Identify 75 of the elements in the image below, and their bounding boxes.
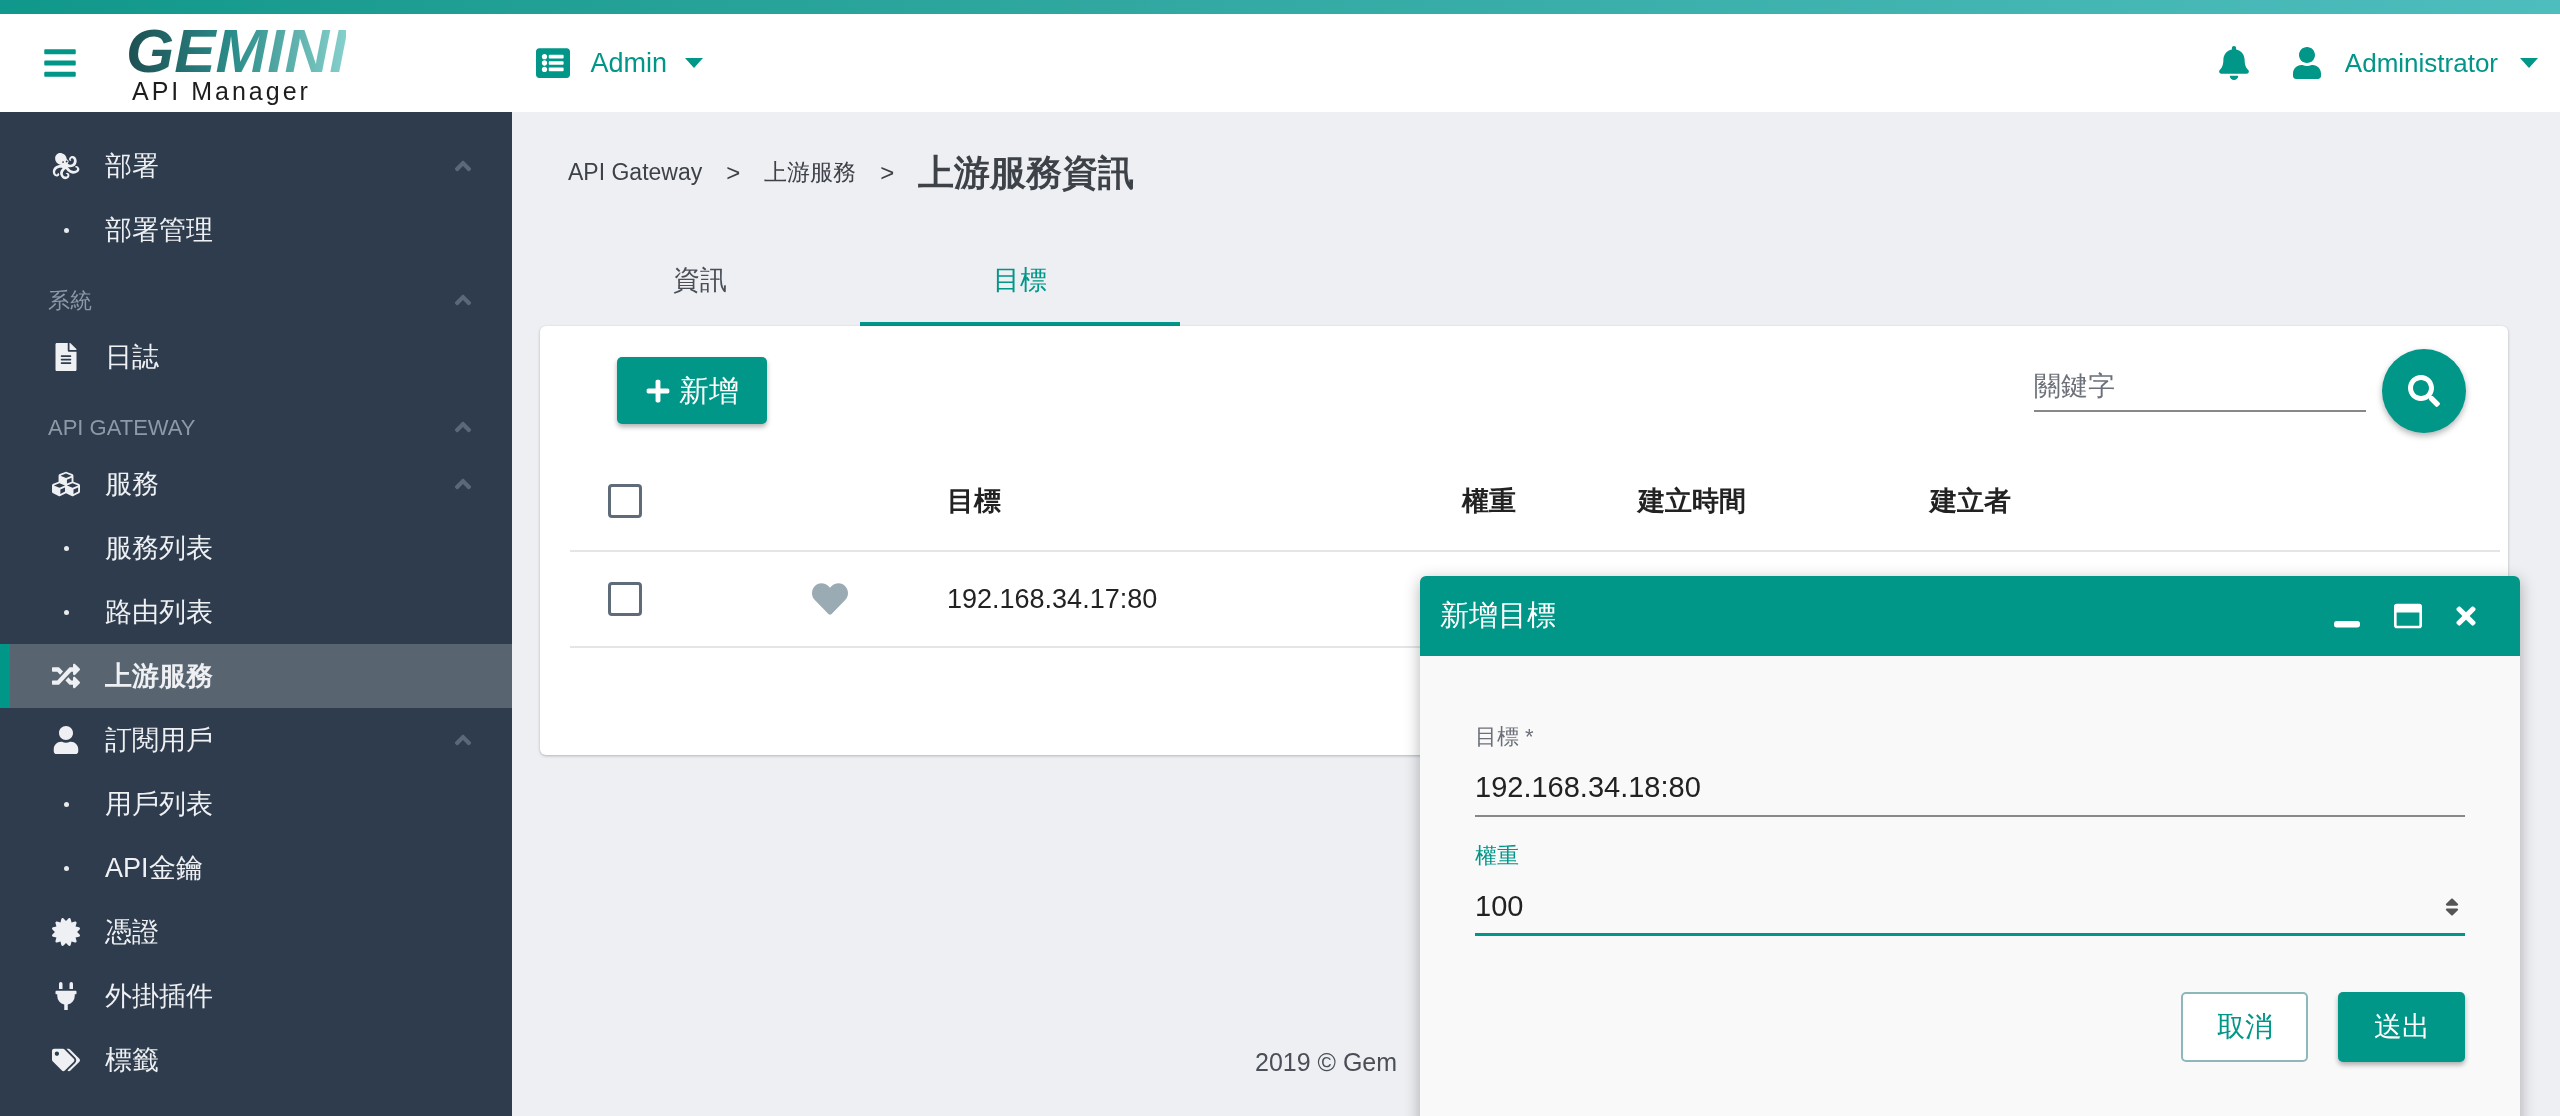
add-button[interactable]: 新增 xyxy=(617,357,767,424)
dialog-title: 新增目標 xyxy=(1440,598,1556,634)
breadcrumb-separator: > xyxy=(726,157,741,188)
checkbox[interactable] xyxy=(608,582,642,616)
maximize-icon[interactable] xyxy=(2394,602,2422,630)
field-label: 權重 xyxy=(1475,842,1520,870)
column-header: 建立時間 xyxy=(1638,484,1747,518)
sidebar-item[interactable]: 標籤 xyxy=(0,1028,512,1092)
sidebar-item-label: 用戶列表 xyxy=(105,787,213,821)
sidebar-item-label: 訂閱用戶 xyxy=(105,723,213,757)
sidebar-item-label: 日誌 xyxy=(105,340,159,374)
sidebar-section-title: 系統 xyxy=(48,286,92,315)
user-menu[interactable]: Administrator xyxy=(2290,43,2538,83)
sidebar-item[interactable]: 憑證 xyxy=(0,900,512,964)
search-icon xyxy=(2408,375,2440,407)
heart-icon xyxy=(812,581,848,617)
sidebar-item[interactable]: 外掛插件 xyxy=(0,964,512,1028)
search-button[interactable] xyxy=(2382,349,2466,433)
sidebar-item-label: 服務 xyxy=(105,467,159,501)
checkbox[interactable] xyxy=(608,484,642,518)
bullet-icon xyxy=(63,801,69,807)
notification-icon[interactable] xyxy=(2216,46,2251,80)
sidebar-item[interactable]: 用戶列表 xyxy=(0,772,512,836)
sidebar-item[interactable]: 訂閱用戶 xyxy=(0,708,512,772)
breadcrumb-separator: > xyxy=(880,157,895,188)
bullet-icon xyxy=(63,227,69,233)
search-field[interactable]: 關鍵字 xyxy=(2034,362,2366,412)
page-title: 上游服務資訊 xyxy=(918,150,1135,195)
breadcrumb-link[interactable]: 上游服務 xyxy=(764,155,857,190)
input-field[interactable]: 100 xyxy=(1475,880,2465,936)
sidebar-item[interactable]: 上游服務 xyxy=(0,644,512,708)
sidebar-item[interactable]: 部署管理 xyxy=(0,198,512,262)
plus-icon xyxy=(645,377,671,404)
table-cell-text: 192.168.34.17:80 xyxy=(947,582,1158,616)
sidebar-item-label: 外掛插件 xyxy=(105,979,213,1013)
sidebar-item-label: 憑證 xyxy=(105,915,159,949)
tags-icon xyxy=(52,1046,80,1074)
breadcrumb-link[interactable]: API Gateway xyxy=(568,155,703,190)
caret-icon xyxy=(2520,58,2538,68)
bullet-icon xyxy=(63,865,69,871)
sidebar-item-label: 服務列表 xyxy=(105,531,213,565)
sidebar-item-label: 標籤 xyxy=(105,1043,159,1077)
user-icon xyxy=(2290,47,2323,79)
sidebar-item-label: 上游服務 xyxy=(105,659,213,693)
sidebar-item[interactable]: API金鑰 xyxy=(0,836,512,900)
sidebar-item-label: 部署管理 xyxy=(105,213,213,247)
field-label: 目標 * xyxy=(1475,723,1535,751)
bullet-icon xyxy=(63,609,69,615)
sidebar-item-label: 路由列表 xyxy=(105,595,213,629)
workspace-menu[interactable]: Admin xyxy=(536,42,703,84)
sidebar-item-label: 部署 xyxy=(105,149,159,183)
sidebar-item[interactable]: 路由列表 xyxy=(0,580,512,644)
cubes-icon xyxy=(52,470,80,498)
input-field[interactable]: 192.168.34.18:80 xyxy=(1475,761,2465,817)
cancel-button[interactable]: 取消 xyxy=(2181,992,2308,1062)
sidebar-item[interactable]: 部署 xyxy=(0,134,512,198)
shuffle-icon xyxy=(52,662,80,690)
tab[interactable]: 資訊 xyxy=(540,238,860,326)
user-icon xyxy=(52,726,80,754)
sidebar-section-title: API GATEWAY xyxy=(48,413,196,442)
column-header: 權重 xyxy=(1462,484,1517,518)
list-icon xyxy=(536,46,571,80)
logo-subtitle: API Manager xyxy=(132,78,311,104)
sidebar-item[interactable]: 服務 xyxy=(0,452,512,516)
column-header: 建立者 xyxy=(1930,484,2012,518)
submit-button[interactable]: 送出 xyxy=(2338,992,2465,1062)
footer-text: 2019 © Gem xyxy=(1255,1047,1398,1078)
caret-icon xyxy=(685,58,703,68)
sidebar-item-label: API金鑰 xyxy=(105,851,203,885)
badge-icon xyxy=(52,918,80,946)
sidebar-item[interactable]: 服務列表 xyxy=(0,516,512,580)
octopus-icon xyxy=(52,152,80,180)
bullet-icon xyxy=(63,545,69,551)
sidebar-item[interactable]: 日誌 xyxy=(0,325,512,389)
column-header: 目標 xyxy=(947,484,1002,518)
